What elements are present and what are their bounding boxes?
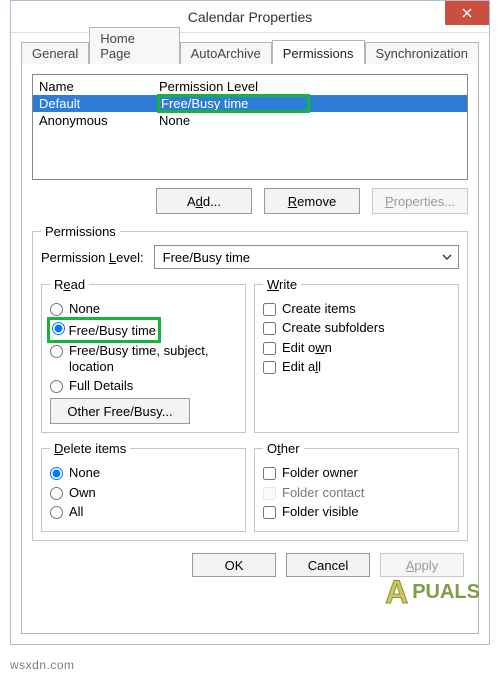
- read-legend: Read: [50, 277, 89, 292]
- properties-button: Properties...: [372, 188, 468, 214]
- header-name: Name: [39, 79, 159, 94]
- header-permlevel: Permission Level: [159, 79, 461, 94]
- permission-level-combo[interactable]: Free/Busy time: [154, 245, 459, 269]
- write-editall-label: Edit all: [282, 359, 450, 375]
- dialog-body: General Home Page AutoArchive Permission…: [11, 33, 489, 644]
- dialog-footer: OK Cancel Apply: [32, 545, 468, 581]
- other-group: Other Folder owner Folder contact Folder…: [254, 441, 459, 532]
- read-group: Read None Free/Busy time Free/Busy time,…: [41, 277, 246, 433]
- read-freebusy-detail-radio[interactable]: [50, 345, 63, 358]
- write-create-items-label: Create items: [282, 301, 450, 317]
- list-buttons-row: Add... Remove Properties...: [32, 188, 468, 214]
- delete-group: Delete items None Own All: [41, 441, 246, 532]
- ok-button[interactable]: OK: [192, 553, 276, 577]
- other-contact-check: [263, 487, 276, 500]
- list-header: Name Permission Level: [33, 75, 467, 95]
- permission-level-label: Permission Level:: [41, 250, 144, 265]
- permissions-listbox[interactable]: Name Permission Level Default Free/Busy …: [32, 74, 468, 180]
- delete-none-label: None: [69, 465, 237, 481]
- permissions-legend: Permissions: [41, 224, 120, 239]
- delete-own-label: Own: [69, 485, 237, 501]
- apply-button: Apply: [380, 553, 464, 577]
- other-owner-check[interactable]: [263, 467, 276, 480]
- add-label: Add...: [187, 194, 221, 209]
- write-create-items-check[interactable]: [263, 303, 276, 316]
- read-full-label: Full Details: [69, 378, 237, 394]
- remove-label: Remove: [288, 194, 336, 209]
- delete-own-radio[interactable]: [50, 487, 63, 500]
- write-create-subfolders-check[interactable]: [263, 322, 276, 335]
- properties-label: Properties...: [385, 194, 455, 209]
- combo-value: Free/Busy time: [163, 250, 250, 265]
- tabstrip: General Home Page AutoArchive Permission…: [21, 37, 479, 63]
- other-contact-label: Folder contact: [282, 485, 450, 501]
- list-cell-perm: Free/Busy time: [159, 96, 461, 111]
- delete-legend: Delete items: [50, 441, 130, 456]
- permissions-group: Permissions Permission Level: Free/Busy …: [32, 224, 468, 541]
- tab-synchronization[interactable]: Synchronization: [365, 42, 480, 64]
- titlebar: Calendar Properties: [11, 1, 489, 33]
- write-editown-label: Edit own: [282, 340, 450, 356]
- tab-autoarchive[interactable]: AutoArchive: [180, 42, 272, 64]
- cancel-button[interactable]: Cancel: [286, 553, 370, 577]
- chevron-down-icon: [442, 252, 452, 262]
- read-none-label: None: [69, 301, 237, 317]
- write-legend: Write: [263, 277, 301, 292]
- read-freebusy-detail-label: Free/Busy time, subject, location: [69, 343, 237, 376]
- tab-general[interactable]: General: [21, 42, 89, 64]
- write-editall-check[interactable]: [263, 361, 276, 374]
- watermark-url: wsxdn.com: [10, 658, 75, 672]
- tab-permissions[interactable]: Permissions: [272, 40, 365, 64]
- other-owner-label: Folder owner: [282, 465, 450, 481]
- list-cell-perm: None: [159, 113, 461, 128]
- title-text: Calendar Properties: [188, 9, 313, 25]
- list-row-anonymous[interactable]: Anonymous None: [33, 112, 467, 129]
- read-freebusy-label: Free/Busy time: [69, 323, 156, 338]
- write-create-subfolders-label: Create subfolders: [282, 320, 450, 336]
- other-visible-label: Folder visible: [282, 504, 450, 520]
- read-freebusy-radio[interactable]: [52, 322, 65, 335]
- close-icon: [462, 8, 472, 18]
- write-group: Write Create items Create subfolders Edi…: [254, 277, 459, 433]
- read-full-radio[interactable]: [50, 380, 63, 393]
- delete-all-label: All: [69, 504, 237, 520]
- permission-level-row: Permission Level: Free/Busy time: [41, 245, 459, 269]
- dialog-window: Calendar Properties General Home Page Au…: [10, 0, 490, 645]
- tab-homepage[interactable]: Home Page: [89, 27, 179, 64]
- list-cell-name: Default: [39, 96, 159, 111]
- other-freebusy-button[interactable]: Other Free/Busy...: [50, 398, 190, 424]
- add-button[interactable]: Add...: [156, 188, 252, 214]
- write-editown-check[interactable]: [263, 342, 276, 355]
- remove-button[interactable]: Remove: [264, 188, 360, 214]
- delete-none-radio[interactable]: [50, 467, 63, 480]
- delete-all-radio[interactable]: [50, 506, 63, 519]
- rw-grid: Read None Free/Busy time Free/Busy time,…: [41, 277, 459, 433]
- list-cell-name: Anonymous: [39, 113, 159, 128]
- list-row-default[interactable]: Default Free/Busy time: [33, 95, 467, 112]
- other-legend: Other: [263, 441, 304, 456]
- tab-panel-permissions: Name Permission Level Default Free/Busy …: [21, 63, 479, 634]
- do-grid: Delete items None Own All Other Folder o…: [41, 441, 459, 532]
- other-visible-check[interactable]: [263, 506, 276, 519]
- read-none-radio[interactable]: [50, 303, 63, 316]
- close-button[interactable]: [445, 1, 489, 25]
